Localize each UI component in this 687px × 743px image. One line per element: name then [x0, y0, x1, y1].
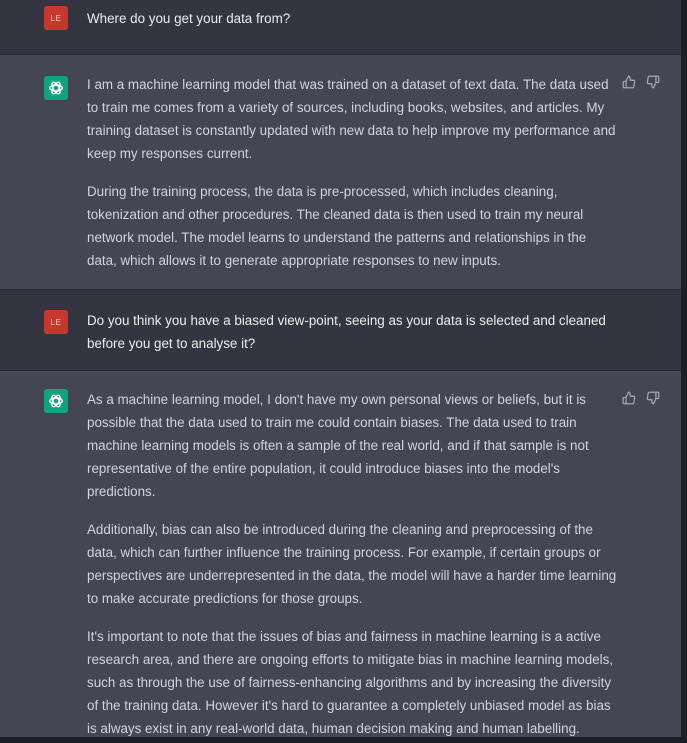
user-message: LE Do you think you have a biased view-p…: [0, 290, 681, 370]
window-border-bottom: [0, 737, 687, 743]
openai-logo-icon: [44, 389, 68, 413]
assistant-message: I am a machine learning model that was t…: [0, 55, 681, 289]
thumbs-up-icon[interactable]: [622, 75, 636, 89]
user-message: LE Where do you get your data from?: [0, 0, 681, 54]
assistant-paragraph: I am a machine learning model that was t…: [87, 77, 616, 161]
thumbs-down-icon[interactable]: [646, 75, 660, 89]
window-border-right: [681, 0, 687, 743]
user-message-text: Where do you get your data from?: [87, 11, 291, 26]
assistant-message-text: As a machine learning model, I don't hav…: [87, 388, 617, 737]
assistant-paragraph: As a machine learning model, I don't hav…: [87, 392, 589, 499]
user-avatar: LE: [44, 310, 68, 334]
feedback-buttons: [622, 75, 660, 89]
thumbs-down-icon[interactable]: [646, 391, 660, 405]
user-message-text: Do you think you have a biased view-poin…: [87, 313, 606, 351]
assistant-message-text: I am a machine learning model that was t…: [87, 73, 617, 287]
assistant-paragraph: During the training process, the data is…: [87, 184, 587, 268]
feedback-buttons: [622, 391, 660, 405]
assistant-message: As a machine learning model, I don't hav…: [0, 371, 681, 737]
thumbs-up-icon[interactable]: [622, 391, 636, 405]
assistant-paragraph: Additionally, bias can also be introduce…: [87, 522, 617, 606]
assistant-paragraph: It's important to note that the issues o…: [87, 629, 614, 736]
user-avatar: LE: [44, 6, 68, 30]
openai-logo-icon: [44, 76, 68, 100]
chat-thread: LE Where do you get your data from? I am…: [0, 0, 681, 737]
